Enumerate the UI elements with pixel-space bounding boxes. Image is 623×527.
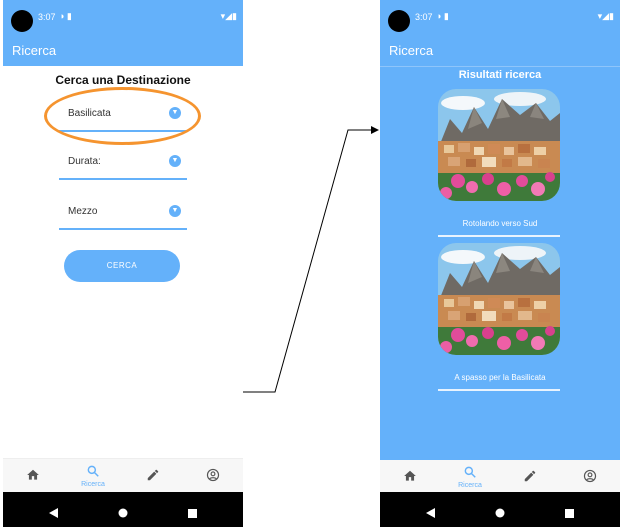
flow-arrow — [243, 126, 379, 393]
